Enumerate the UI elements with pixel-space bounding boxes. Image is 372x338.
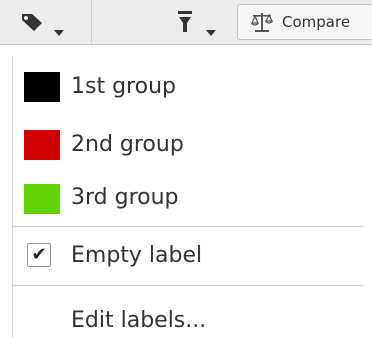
group-color-swatch: [24, 184, 60, 214]
group-color-swatch: [24, 130, 60, 160]
menu-item-label: Empty label: [71, 243, 203, 268]
tag-icon: [20, 12, 44, 32]
menu-item-label: 3rd group: [71, 185, 179, 210]
balance-scale-icon: [250, 11, 274, 33]
compare-label: Compare: [282, 13, 351, 31]
chevron-down-icon: [54, 30, 64, 36]
menu-item-group-2[interactable]: 2nd group: [13, 118, 372, 172]
checkmark-icon: ✔: [31, 244, 47, 265]
filter-icon: [176, 10, 194, 34]
empty-label-checkbox[interactable]: ✔: [27, 243, 51, 267]
menu-item-label: 1st group: [71, 74, 176, 99]
menu-item-group-1[interactable]: 1st group: [13, 56, 372, 118]
group-color-swatch: [24, 72, 60, 102]
label-dropdown[interactable]: [0, 0, 90, 44]
filter-dropdown[interactable]: [92, 0, 230, 44]
chevron-down-icon: [206, 30, 216, 36]
label-menu: 1st group 2nd group 3rd group ✔ Empty la…: [12, 56, 372, 338]
menu-item-label: 2nd group: [71, 132, 184, 157]
menu-item-label: Edit labels...: [71, 308, 207, 333]
compare-button[interactable]: Compare: [237, 4, 372, 40]
menu-item-edit-labels[interactable]: Edit labels...: [13, 286, 372, 338]
toolbar: Compare: [0, 0, 372, 45]
menu-item-group-3[interactable]: 3rd group: [13, 172, 372, 224]
menu-item-empty-label[interactable]: ✔ Empty label: [13, 227, 372, 283]
